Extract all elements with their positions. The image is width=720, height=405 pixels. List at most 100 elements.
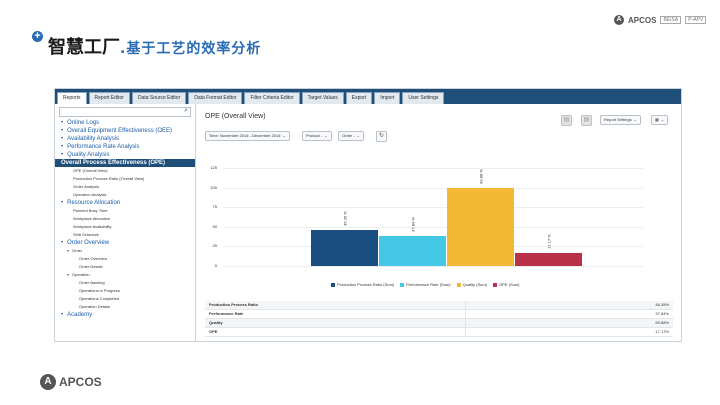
- sidebar-item[interactable]: Quality Analysis: [55, 151, 195, 159]
- report-app-window: Reports Report Editor Data Source Editor Da…: [54, 88, 682, 342]
- top-logo-brand: APCOS: [628, 15, 657, 25]
- gridline: [223, 168, 643, 169]
- y-tick-label: 125: [210, 165, 217, 170]
- sidebar-item[interactable]: OPE (Overall View): [55, 167, 195, 175]
- table-row: Performance Rate 37.84%: [205, 310, 673, 319]
- table-cell-value: 17.17%: [465, 328, 673, 336]
- sidebar-item[interactable]: Operations in Progress: [55, 287, 195, 295]
- tab-data-source-editor[interactable]: Data Source Editor: [131, 92, 187, 104]
- plus-icon: +: [32, 31, 43, 42]
- slide-title: 智慧工厂.基于工艺的效率分析: [48, 33, 261, 59]
- print-preview-icon[interactable]: ▤: [581, 115, 592, 126]
- time-filter-label: Time: November 2016 - December 2016: [209, 133, 281, 138]
- legend-item: Quality (Sum): [456, 282, 488, 287]
- refresh-icon[interactable]: ↻: [376, 131, 387, 142]
- bar-data-label: 46.35 %: [342, 210, 348, 226]
- table-cell-value: 99.88%: [465, 319, 673, 327]
- bar-data-label: 37.84 %: [410, 217, 416, 233]
- legend-label: Production Process Ratio (Sum): [337, 282, 395, 287]
- sidebar-item[interactable]: Planned Busy Time: [55, 207, 195, 215]
- report-tree: Online LogsOverall Equipment Effectivene…: [55, 119, 195, 319]
- legend-swatch: [331, 282, 335, 287]
- sidebar-item[interactable]: Order Backlog: [55, 279, 195, 287]
- tab-report-editor[interactable]: Report Editor: [88, 92, 130, 104]
- table-cell-value: 46.35%: [465, 301, 673, 309]
- sidebar-item[interactable]: Academy: [55, 311, 195, 319]
- search-icon[interactable]: ⌕: [184, 107, 188, 115]
- top-logo-tag: BEISA: [660, 16, 682, 24]
- bar[interactable]: [447, 187, 514, 266]
- legend-swatch: [400, 282, 405, 287]
- bar[interactable]: [379, 236, 446, 266]
- slide-subtitle: .基于工艺的效率分析: [120, 41, 262, 57]
- legend-label: Performance Rate (Sum): [406, 282, 451, 287]
- gridline: [223, 207, 643, 209]
- legend-label: OPE (Sum): [499, 282, 520, 287]
- gridline: [223, 226, 643, 228]
- sidebar-item[interactable]: Availability Analysis: [55, 135, 195, 143]
- sidebar-item[interactable]: Performance Rate Analysis: [55, 143, 195, 151]
- sidebar: ⌕ Online LogsOverall Equipment Effective…: [55, 104, 196, 341]
- sidebar-item[interactable]: Order Analysis: [55, 183, 195, 191]
- report-settings-dropdown[interactable]: Report Settings ⌄: [600, 115, 641, 125]
- summary-table: Production Process Ratio 46.35% Performanc…: [205, 301, 673, 337]
- sidebar-item[interactable]: Overall Process Effectiveness (OPE): [55, 159, 195, 167]
- sidebar-item[interactable]: Order: [55, 247, 195, 255]
- table-cell-name: Quality: [209, 320, 223, 325]
- bar[interactable]: [515, 252, 582, 266]
- legend-item: OPE (Sum): [493, 282, 520, 287]
- chevron-down-icon: ⌄: [633, 117, 637, 122]
- tab-export[interactable]: Export: [345, 92, 373, 104]
- chevron-down-icon: ⌄: [356, 133, 361, 138]
- time-filter-dropdown[interactable]: Time: November 2016 - December 2016 ⌄: [205, 131, 290, 141]
- view-title: OPE (Overall View): [205, 113, 266, 120]
- tab-import[interactable]: Import: [374, 92, 401, 104]
- sidebar-item[interactable]: Production Process Ratio (Overall View): [55, 175, 195, 183]
- sidebar-item[interactable]: Workplace Allocation: [55, 215, 195, 223]
- print-icon[interactable]: ▤: [561, 115, 572, 126]
- bottom-logo-brand: APCOS: [59, 375, 102, 389]
- bar-data-label: 99.88 %: [478, 168, 484, 184]
- sidebar-item[interactable]: Overall Equipment Effectiveness (OEE): [55, 127, 195, 135]
- legend-label: Quality (Sum): [462, 282, 488, 287]
- legend-swatch: [456, 282, 461, 287]
- y-tick-label: 75: [212, 204, 217, 210]
- sidebar-item[interactable]: Workplace Availability: [55, 223, 195, 231]
- tab-target-values[interactable]: Target Values: [301, 92, 344, 104]
- table-cell-name: OPE: [209, 329, 218, 334]
- top-logo-tag: P-APV: [685, 16, 707, 24]
- sidebar-item[interactable]: Operation Details: [55, 303, 195, 311]
- order-filter-dropdown[interactable]: Order - ⌄: [338, 131, 365, 141]
- legend-item: Performance Rate (Sum): [400, 282, 451, 287]
- sidebar-item[interactable]: Online Logs: [55, 119, 195, 127]
- excel-export-icon: ▦: [655, 117, 659, 122]
- search-input[interactable]: ⌕: [59, 107, 191, 117]
- bar[interactable]: [311, 229, 378, 266]
- sidebar-item[interactable]: Operation: [55, 271, 195, 279]
- main-panel: OPE (Overall View) ▤ ▤ Report Settings ⌄ …: [201, 104, 679, 341]
- sidebar-item[interactable]: Order Overview: [55, 255, 195, 263]
- export-dropdown[interactable]: ▦ ⌄: [651, 115, 669, 125]
- product-filter-label: Product -: [306, 133, 323, 138]
- sidebar-item[interactable]: Operations Completed: [55, 295, 195, 303]
- sidebar-item[interactable]: Resource Allocation: [55, 199, 195, 207]
- tab-bar: Reports Report Editor Data Source Editor Da…: [55, 89, 681, 104]
- table-row: Production Process Ratio 46.35%: [205, 301, 673, 310]
- tab-user-settings[interactable]: User Settings: [402, 92, 445, 104]
- sidebar-item[interactable]: Operation Analysis: [55, 191, 195, 199]
- tab-filter-criteria-editor[interactable]: Filter Criteria Editor: [244, 92, 300, 104]
- tab-reports[interactable]: Reports: [57, 92, 87, 104]
- table-row: Quality 99.88%: [205, 319, 673, 328]
- sidebar-item[interactable]: Order Overview: [55, 239, 195, 247]
- sidebar-item[interactable]: Shift Schedule: [55, 231, 195, 239]
- table-cell-value: 37.84%: [465, 310, 673, 318]
- order-filter-label: Order -: [342, 133, 355, 138]
- tab-data-format-editor[interactable]: Data Format Editor: [188, 92, 243, 104]
- chevron-down-icon: ⌄: [282, 133, 286, 138]
- report-settings-label: Report Settings: [604, 117, 632, 122]
- y-tick-label: 50: [212, 223, 217, 229]
- top-logo: A APCOS BEISA P-APV: [614, 15, 707, 25]
- table-row: OPE 17.17%: [205, 328, 673, 337]
- product-filter-dropdown[interactable]: Product - ⌄: [302, 131, 332, 141]
- sidebar-item[interactable]: Order Details: [55, 263, 195, 271]
